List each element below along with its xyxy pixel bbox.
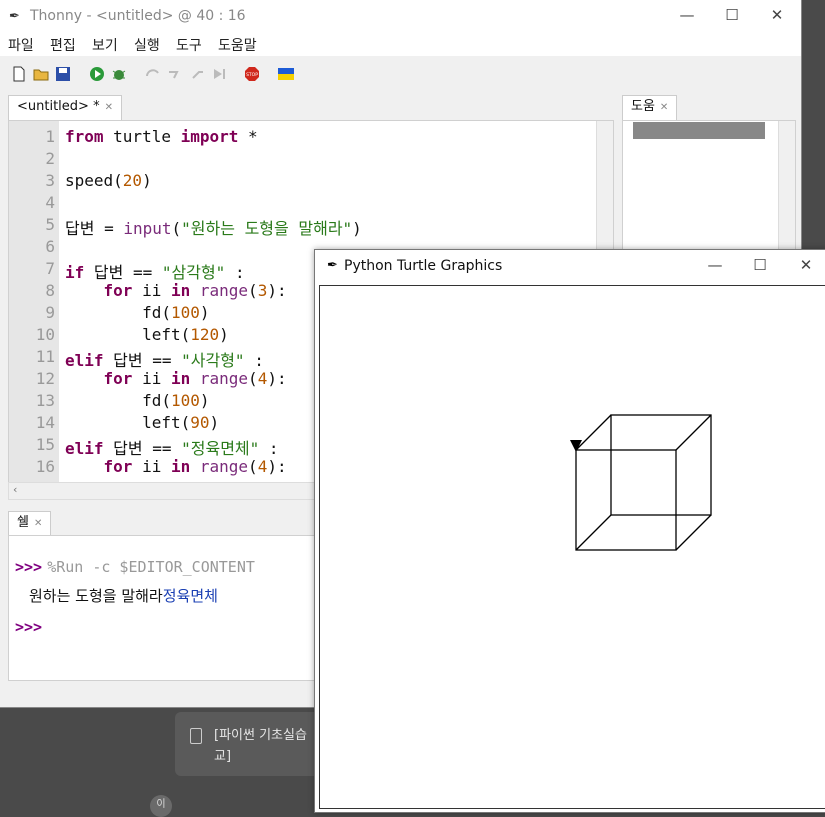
shell-prompt: >>> <box>15 558 43 576</box>
close-tab-icon[interactable]: ✕ <box>34 518 42 529</box>
menu-run[interactable]: 실행 <box>134 35 160 55</box>
scroll-left-icon[interactable]: ‹ <box>13 483 17 496</box>
shell-output: 원하는 도형을 말해라 <box>29 587 163 605</box>
turtle-window-title: Python Turtle Graphics <box>344 258 503 274</box>
turtle-canvas[interactable] <box>319 285 825 809</box>
tab-label: 도움 <box>631 99 655 114</box>
shell-prompt-line: >>> <box>15 617 42 636</box>
shell-prompt: >>> <box>15 618 43 636</box>
line-number: 6 <box>45 237 55 256</box>
close-tab-icon[interactable]: ✕ <box>660 102 668 113</box>
code-line: if 답변 == "삼각형" : <box>65 263 245 282</box>
run-icon[interactable] <box>89 66 105 82</box>
line-number: 12 <box>35 369 55 388</box>
line-number: 4 <box>45 193 55 212</box>
shell-output-line: 원하는 도형을 말해라정육면체 <box>29 585 218 606</box>
step-over-icon[interactable] <box>145 66 161 82</box>
menu-view[interactable]: 보기 <box>92 35 118 55</box>
new-file-icon[interactable] <box>11 66 27 82</box>
menu-file[interactable]: 파일 <box>8 35 34 55</box>
cube-edge <box>575 514 612 551</box>
line-number: 10 <box>35 325 55 344</box>
code-line: left(120) <box>65 325 229 344</box>
shell-run-line: >>> %Run -c $EDITOR_CONTENT <box>15 557 255 576</box>
cube-edge <box>675 514 712 551</box>
turtle-title-bar: ✒ Python Turtle Graphics — ☐ ✕ <box>315 250 825 284</box>
python-feather-icon: ✒ <box>327 258 338 273</box>
code-line: from turtle import * <box>65 127 258 146</box>
shell-user-input: 정육면체 <box>162 587 218 605</box>
save-icon[interactable] <box>55 66 71 82</box>
document-icon <box>190 728 202 744</box>
line-number: 13 <box>35 391 55 410</box>
stop-icon[interactable]: STOP <box>244 66 260 82</box>
line-number: 3 <box>45 171 55 190</box>
line-number: 14 <box>35 413 55 432</box>
minimize-button[interactable]: — <box>677 6 697 24</box>
code-line: fd(100) <box>65 391 210 410</box>
code-line: left(90) <box>65 413 220 432</box>
toolbar: STOP <box>0 56 801 94</box>
line-number: 16 <box>35 457 55 476</box>
code-line: fd(100) <box>65 303 210 322</box>
open-folder-icon[interactable] <box>33 66 49 82</box>
close-button[interactable]: ✕ <box>796 256 816 274</box>
maximize-button[interactable]: ☐ <box>722 6 742 24</box>
editor-tab-bar: <untitled> * ✕ 도움 ✕ <box>0 94 801 120</box>
cube-drawing <box>570 414 712 551</box>
ukraine-flag-icon[interactable] <box>278 66 294 82</box>
code-line: elif 답변 == "정육면체" : <box>65 439 279 458</box>
line-number: 15 <box>35 435 55 454</box>
menu-bar: 파일 편집 보기 실행 도구 도움말 <box>0 34 801 56</box>
tab-label: <untitled> * <box>17 99 100 114</box>
code-line: for ii in range(3): <box>103 281 287 300</box>
cube-edge <box>675 414 712 451</box>
menu-tools[interactable]: 도구 <box>176 35 202 55</box>
resume-icon[interactable] <box>211 66 227 82</box>
tab-untitled[interactable]: <untitled> * ✕ <box>8 95 122 120</box>
menu-help[interactable]: 도움말 <box>218 35 257 55</box>
minimize-button[interactable]: — <box>705 256 725 274</box>
code-line: 답변 = input("원하는 도형을 말해라") <box>65 219 362 238</box>
help-panel-header <box>633 122 765 139</box>
line-number: 9 <box>45 303 55 322</box>
svg-text:STOP: STOP <box>246 72 258 78</box>
menu-edit[interactable]: 편집 <box>50 35 76 55</box>
code-line: for ii in range(4): <box>103 457 287 476</box>
code-line: speed(20) <box>65 171 152 190</box>
window-title: Thonny - <untitled> @ 40 : 16 <box>30 8 246 24</box>
line-number-gutter: 1 2 3 4 5 6 7 8 9 10 11 12 13 14 15 16 <box>9 121 59 483</box>
tab-label: 쉘 <box>17 515 29 530</box>
line-number: 5 <box>45 215 55 234</box>
avatar: 이 <box>150 795 172 817</box>
line-number: 1 <box>45 127 55 146</box>
tab-help[interactable]: 도움 ✕ <box>622 95 678 120</box>
step-into-icon[interactable] <box>167 66 183 82</box>
line-number: 7 <box>45 259 55 278</box>
maximize-button[interactable]: ☐ <box>750 256 770 274</box>
debug-icon[interactable] <box>111 66 127 82</box>
turtle-window: ✒ Python Turtle Graphics — ☐ ✕ <box>314 249 825 813</box>
close-tab-icon[interactable]: ✕ <box>105 102 113 113</box>
thonny-logo-icon: ✒ <box>9 9 20 24</box>
cube-edge <box>575 414 612 451</box>
line-number: 8 <box>45 281 55 300</box>
line-number: 2 <box>45 149 55 168</box>
shell-command: %Run -c $EDITOR_CONTENT <box>47 558 255 576</box>
title-bar: ✒ Thonny - <untitled> @ 40 : 16 — ☐ ✕ <box>0 0 801 34</box>
background-card-text: [파이썬 기초실습 교] <box>214 728 307 764</box>
code-line: for ii in range(4): <box>103 369 287 388</box>
step-out-icon[interactable] <box>189 66 205 82</box>
line-number: 11 <box>35 347 55 366</box>
code-line: elif 답변 == "사각형" : <box>65 351 264 370</box>
tab-shell[interactable]: 쉘 ✕ <box>8 511 52 536</box>
close-button[interactable]: ✕ <box>767 6 787 24</box>
